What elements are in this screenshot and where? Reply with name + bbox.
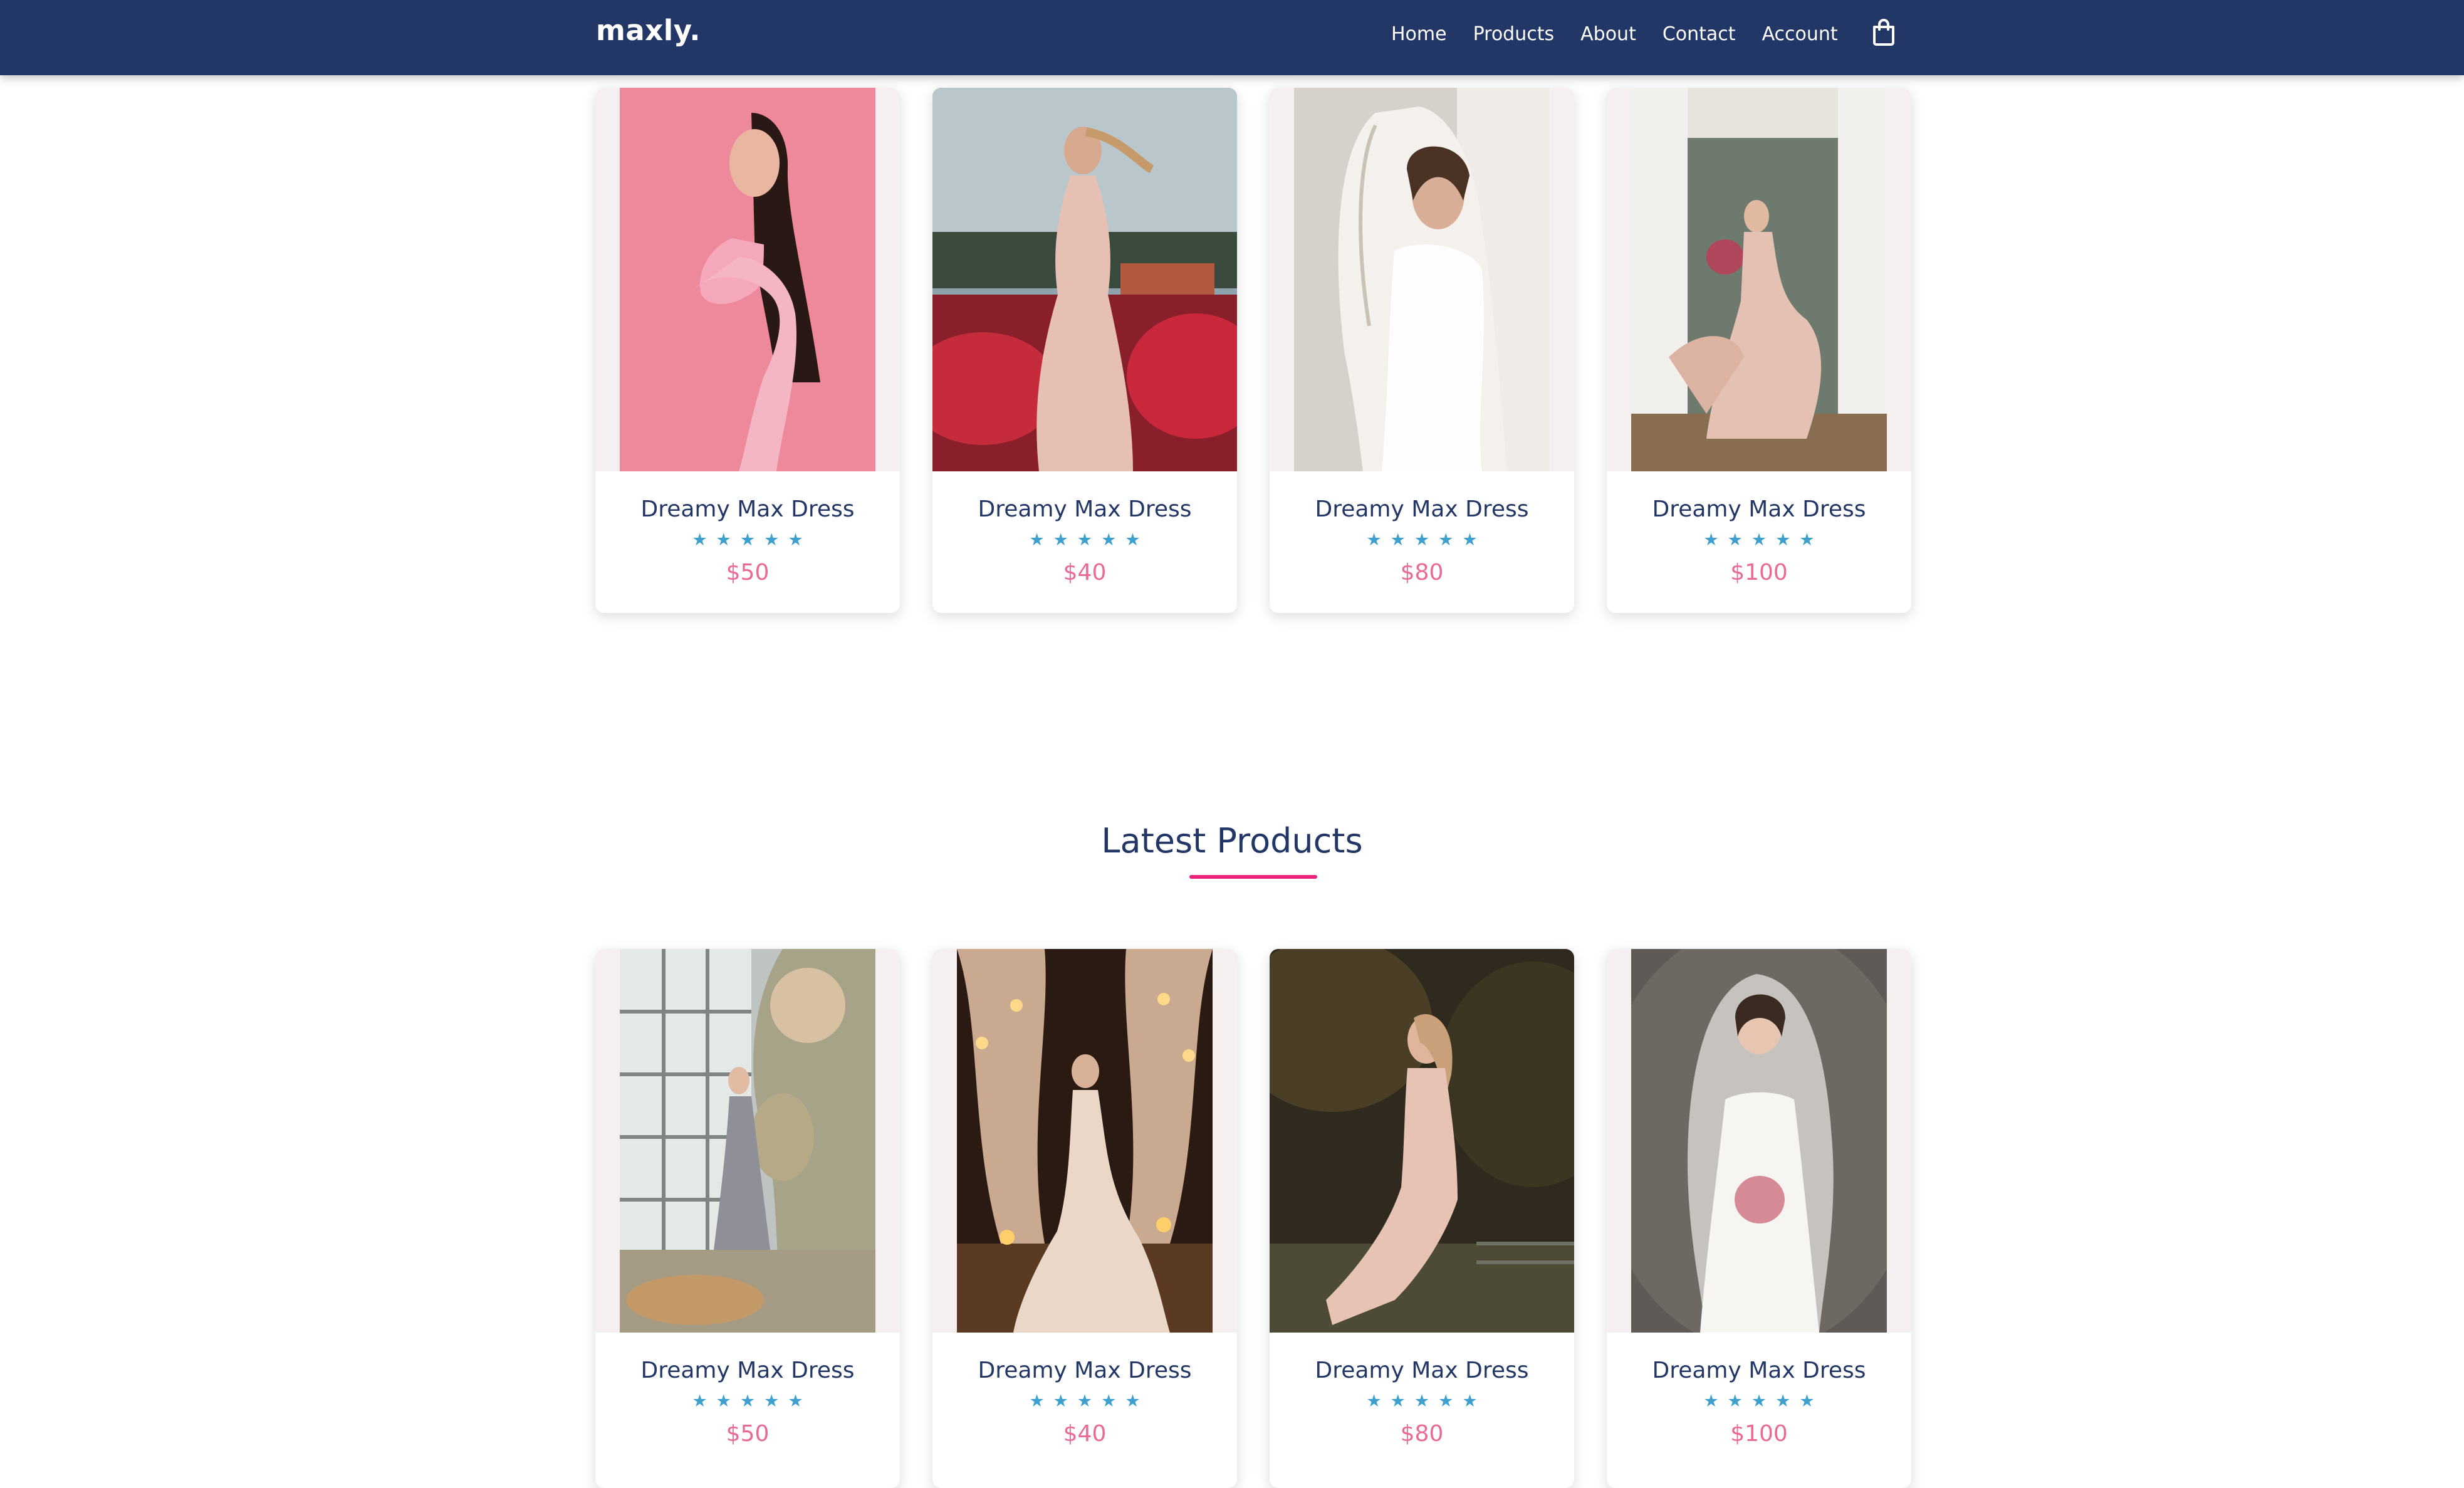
product-rating: ★ ★ ★ ★ ★ xyxy=(1270,531,1574,550)
product-name[interactable]: Dreamy Max Dress xyxy=(932,496,1237,522)
product-image-frame xyxy=(595,88,900,471)
star-icon: ★ xyxy=(1462,1391,1478,1411)
star-icon: ★ xyxy=(1125,530,1141,550)
product-price: $80 xyxy=(1400,1421,1444,1447)
nav-link-about[interactable]: About xyxy=(1580,23,1636,45)
star-icon: ★ xyxy=(1775,1391,1791,1411)
navbar: maxly. Home Products About Contact Accou… xyxy=(0,0,2464,75)
product-rating: ★ ★ ★ ★ ★ xyxy=(595,531,900,550)
product-image-frame xyxy=(1270,88,1574,471)
product-card[interactable]: Dreamy Max Dress ★ ★ ★ ★ ★ $80 xyxy=(1270,88,1574,613)
product-image-frame xyxy=(932,88,1237,471)
nav-link-contact[interactable]: Contact xyxy=(1663,23,1736,45)
product-card[interactable]: Dreamy Max Dress ★ ★ ★ ★ ★ $100 xyxy=(1607,949,1911,1488)
product-name[interactable]: Dreamy Max Dress xyxy=(595,1358,900,1383)
star-icon: ★ xyxy=(716,530,731,550)
section-title: Latest Products xyxy=(1101,821,1363,861)
star-icon: ★ xyxy=(1751,1391,1767,1411)
product-rating: ★ ★ ★ ★ ★ xyxy=(1607,1392,1911,1411)
star-icon: ★ xyxy=(692,1391,707,1411)
product-rating: ★ ★ ★ ★ ★ xyxy=(932,1392,1237,1411)
star-icon: ★ xyxy=(1438,1391,1454,1411)
shopping-bag-icon[interactable] xyxy=(1869,17,1899,47)
nav-link-account[interactable]: Account xyxy=(1762,23,1838,45)
product-card[interactable]: Dreamy Max Dress ★ ★ ★ ★ ★ $40 xyxy=(932,949,1237,1488)
star-icon: ★ xyxy=(1462,530,1478,550)
product-name[interactable]: Dreamy Max Dress xyxy=(1607,1358,1911,1383)
product-image-frame xyxy=(1607,88,1911,471)
star-icon: ★ xyxy=(1727,1391,1743,1411)
product-card[interactable]: Dreamy Max Dress ★ ★ ★ ★ ★ $50 xyxy=(595,88,900,613)
star-icon: ★ xyxy=(1775,530,1791,550)
product-price: $40 xyxy=(1063,560,1107,585)
star-icon: ★ xyxy=(788,530,803,550)
star-icon: ★ xyxy=(1366,1391,1382,1411)
product-name[interactable]: Dreamy Max Dress xyxy=(1607,496,1911,522)
star-icon: ★ xyxy=(1414,530,1430,550)
star-icon: ★ xyxy=(1077,1391,1093,1411)
product-photo xyxy=(1270,949,1574,1333)
product-rating: ★ ★ ★ ★ ★ xyxy=(1270,1392,1574,1411)
product-price: $50 xyxy=(726,1421,770,1447)
star-icon: ★ xyxy=(788,1391,803,1411)
star-icon: ★ xyxy=(1703,530,1719,550)
product-price: $50 xyxy=(726,560,770,585)
product-photo xyxy=(620,88,875,471)
title-underline xyxy=(1189,875,1317,879)
product-name[interactable]: Dreamy Max Dress xyxy=(595,496,900,522)
nav-link-home[interactable]: Home xyxy=(1391,23,1447,45)
product-image-frame xyxy=(1607,949,1911,1333)
product-price: $80 xyxy=(1400,560,1444,585)
star-icon: ★ xyxy=(1390,530,1406,550)
product-photo xyxy=(1631,949,1887,1333)
star-icon: ★ xyxy=(1029,530,1045,550)
star-icon: ★ xyxy=(1799,1391,1815,1411)
star-icon: ★ xyxy=(1053,1391,1068,1411)
product-photo xyxy=(1294,88,1550,471)
star-icon: ★ xyxy=(692,530,707,550)
star-icon: ★ xyxy=(739,530,756,550)
product-rating: ★ ★ ★ ★ ★ xyxy=(595,1392,900,1411)
star-icon: ★ xyxy=(1414,1391,1430,1411)
product-image-frame xyxy=(932,949,1237,1333)
star-icon: ★ xyxy=(1101,530,1117,550)
product-rating: ★ ★ ★ ★ ★ xyxy=(1607,531,1911,550)
product-photo xyxy=(932,88,1237,471)
star-icon: ★ xyxy=(1366,530,1382,550)
product-photo xyxy=(957,949,1213,1333)
product-name[interactable]: Dreamy Max Dress xyxy=(932,1358,1237,1383)
product-photo xyxy=(620,949,875,1333)
product-card[interactable]: Dreamy Max Dress ★ ★ ★ ★ ★ $50 xyxy=(595,949,900,1488)
product-price: $100 xyxy=(1730,1421,1788,1447)
product-photo xyxy=(1631,88,1887,471)
nav-link-products[interactable]: Products xyxy=(1473,23,1555,45)
product-name[interactable]: Dreamy Max Dress xyxy=(1270,496,1574,522)
product-image-frame xyxy=(595,949,900,1333)
product-price: $40 xyxy=(1063,1421,1107,1447)
star-icon: ★ xyxy=(1438,530,1454,550)
star-icon: ★ xyxy=(764,530,780,550)
star-icon: ★ xyxy=(1101,1391,1117,1411)
product-price: $100 xyxy=(1730,560,1788,585)
nav-links: Home Products About Contact Account xyxy=(1391,0,1864,68)
star-icon: ★ xyxy=(764,1391,780,1411)
star-icon: ★ xyxy=(1077,530,1093,550)
star-icon: ★ xyxy=(1727,530,1743,550)
star-icon: ★ xyxy=(1125,1391,1141,1411)
product-image-frame xyxy=(1270,949,1574,1333)
product-name[interactable]: Dreamy Max Dress xyxy=(1270,1358,1574,1383)
star-icon: ★ xyxy=(1390,1391,1406,1411)
star-icon: ★ xyxy=(1703,1391,1719,1411)
star-icon: ★ xyxy=(716,1391,731,1411)
star-icon: ★ xyxy=(1799,530,1815,550)
product-card[interactable]: Dreamy Max Dress ★ ★ ★ ★ ★ $100 xyxy=(1607,88,1911,613)
star-icon: ★ xyxy=(739,1391,756,1411)
product-rating: ★ ★ ★ ★ ★ xyxy=(932,531,1237,550)
star-icon: ★ xyxy=(1053,530,1068,550)
brand-logo[interactable]: maxly. xyxy=(596,14,701,47)
product-card[interactable]: Dreamy Max Dress ★ ★ ★ ★ ★ $80 xyxy=(1270,949,1574,1488)
star-icon: ★ xyxy=(1751,530,1767,550)
product-card[interactable]: Dreamy Max Dress ★ ★ ★ ★ ★ $40 xyxy=(932,88,1237,613)
star-icon: ★ xyxy=(1029,1391,1045,1411)
